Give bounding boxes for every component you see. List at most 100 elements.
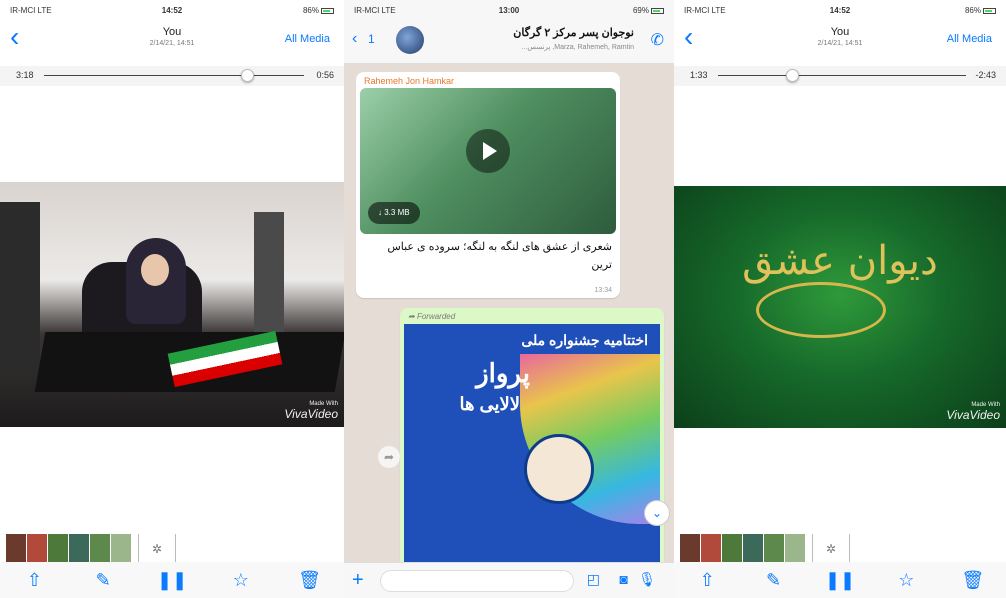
remaining-time: 0:56: [316, 70, 334, 80]
vivavideo-watermark: Made With VivaVideo: [946, 402, 1000, 422]
thumbnail-divider: [175, 534, 176, 564]
thumbnail[interactable]: [722, 534, 742, 564]
status-time: 14:52: [829, 6, 851, 15]
sender-name: Rahemeh Jon Hamkar: [364, 76, 455, 86]
sticker-icon[interactable]: ◰: [587, 571, 600, 588]
star-icon[interactable]: ☆: [891, 570, 921, 591]
thumbnail[interactable]: [69, 534, 89, 564]
edit-icon[interactable]: ✎: [759, 570, 789, 591]
video-scrubber[interactable]: 1:33 -2:43: [674, 66, 1006, 86]
thumbnail[interactable]: [743, 534, 763, 564]
elapsed-time: 3:18: [16, 70, 34, 80]
download-button[interactable]: ↓ 3.3 MB: [368, 202, 420, 224]
all-media-button[interactable]: All Media: [285, 33, 330, 45]
scrubber-knob[interactable]: [240, 69, 254, 82]
incoming-video-message[interactable]: Rahemeh Jon Hamkar ↓ 3.3 MB شعری از عشق …: [356, 72, 620, 298]
group-members[interactable]: ...پرنسس ,Marza, Rahemeh, Ramtin: [430, 43, 634, 51]
video-frame-calligraphy[interactable]: دیوان عشق Made With VivaVideo: [674, 186, 1006, 428]
video-frame-girl-at-desk[interactable]: Made With VivaVideo: [0, 182, 344, 427]
thumbnail[interactable]: [111, 534, 131, 564]
plus-icon[interactable]: +: [352, 569, 364, 592]
trash-icon[interactable]: 🗑: [958, 570, 988, 591]
scrubber-track[interactable]: [44, 75, 304, 76]
thumbnail[interactable]: [680, 534, 700, 564]
elapsed-time: 1:33: [690, 70, 708, 80]
right-phone-screen: IR-MCI LTE 14:52 86% ‹ You 2/14/21, 14:5…: [674, 0, 1006, 598]
gear-icon[interactable]: ✲: [146, 534, 168, 564]
thumbnail-divider: [849, 534, 850, 564]
battery-icon: [321, 7, 334, 14]
message-input[interactable]: [380, 570, 574, 592]
battery-percent: 86%: [964, 6, 981, 15]
calligraphy-text: دیوان عشق: [742, 238, 938, 284]
chat-input-bar: + ◰ ◙ 🎙: [344, 562, 674, 598]
message-time: 13:34: [594, 287, 612, 294]
message-caption: شعری از عشق های لنگه به لنگه؛ سروده ی عب…: [387, 241, 612, 271]
media-navbar: ‹ You 2/14/21, 14:51 All Media: [674, 18, 1006, 62]
unread-count[interactable]: 1: [368, 32, 375, 46]
child-face-graphic: [524, 434, 594, 504]
thumbnail[interactable]: [6, 534, 26, 564]
pause-icon[interactable]: ❚❚: [825, 570, 855, 591]
thumbnail[interactable]: [48, 534, 68, 564]
battery-icon: [983, 7, 996, 14]
thumbnail-divider: [812, 534, 813, 564]
thumbnail-divider: [138, 534, 139, 564]
thumbnail[interactable]: [785, 534, 805, 564]
star-icon[interactable]: ☆: [226, 570, 256, 591]
scroll-down-icon[interactable]: ⌄: [644, 500, 670, 526]
thumbnail[interactable]: [701, 534, 721, 564]
battery-indicator: 69%: [633, 6, 664, 15]
scrubber-track[interactable]: [718, 75, 966, 76]
poster-title: اختتامیه جشنواره ملی: [521, 332, 648, 348]
back-chevron-icon[interactable]: ‹: [352, 30, 357, 48]
vivavideo-watermark: Made With VivaVideo: [284, 401, 338, 421]
window-shade: [0, 202, 40, 372]
play-icon[interactable]: [466, 129, 510, 173]
status-bar: IR-MCI LTE 13:00 69%: [344, 0, 674, 18]
thumbnail[interactable]: [27, 534, 47, 564]
trash-icon[interactable]: 🗑: [295, 570, 325, 591]
poster-subheading: لالایی ها: [459, 394, 520, 414]
media-toolbar: ⇧ ✎ ❚❚ ☆ 🗑: [674, 562, 1006, 598]
thumbnail-strip[interactable]: ✲: [6, 534, 182, 564]
media-navbar: ‹ You 2/14/21, 14:51 All Media: [0, 18, 344, 62]
thumbnail-strip[interactable]: ✲: [680, 534, 856, 564]
share-icon[interactable]: ⇧: [19, 570, 49, 591]
edit-icon[interactable]: ✎: [88, 570, 118, 591]
camera-icon[interactable]: ◙: [620, 571, 628, 587]
battery-percent: 69%: [632, 6, 649, 15]
media-toolbar: ⇧ ✎ ❚❚ ☆ 🗑: [0, 562, 344, 598]
download-size: 3.3 MB: [384, 208, 410, 217]
left-phone-screen: IR-MCI LTE 14:52 86% ‹ You 2/14/21, 14:5…: [0, 0, 344, 598]
group-title[interactable]: نوجوان پسر مرکز ۲ گرگان: [430, 26, 634, 39]
battery-indicator: 86%: [965, 6, 996, 15]
calligraphy-ring: [756, 282, 886, 338]
battery-indicator: 86%: [303, 6, 334, 15]
video-scrubber[interactable]: 3:18 0:56: [0, 66, 344, 86]
status-time: 13:00: [498, 6, 520, 15]
all-media-button[interactable]: All Media: [947, 33, 992, 45]
thumbnail[interactable]: [90, 534, 110, 564]
festival-poster[interactable]: اختتامیه جشنواره ملی پرواز لالایی ها: [404, 324, 660, 568]
group-avatar[interactable]: [396, 26, 424, 54]
battery-icon: [651, 7, 664, 14]
outgoing-forwarded-image[interactable]: ➦ Forwarded اختتامیه جشنواره ملی پرواز ل…: [400, 308, 664, 568]
battery-percent: 86%: [302, 6, 319, 15]
forward-icon[interactable]: ➦: [378, 446, 400, 468]
scrubber-knob[interactable]: [786, 69, 800, 82]
chat-header: ‹ 1 نوجوان پسر مرکز ۲ گرگان ...پرنسس ,Ma…: [344, 18, 674, 64]
forwarded-label: ➦ Forwarded: [408, 312, 456, 321]
poster-heading: پرواز: [476, 358, 530, 388]
gear-icon[interactable]: ✲: [820, 534, 842, 564]
thumbnail[interactable]: [764, 534, 784, 564]
girl-face: [141, 254, 169, 286]
video-thumbnail[interactable]: ↓ 3.3 MB: [360, 88, 616, 234]
middle-phone-screen: IR-MCI LTE 13:00 69% ‹ 1 نوجوان پسر مرکز…: [344, 0, 674, 598]
remaining-time: -2:43: [975, 70, 996, 80]
status-time: 14:52: [161, 6, 183, 15]
share-icon[interactable]: ⇧: [692, 570, 722, 591]
pause-icon[interactable]: ❚❚: [157, 570, 187, 591]
mic-icon[interactable]: 🎙: [638, 571, 656, 588]
phone-plus-icon[interactable]: ✆: [651, 30, 664, 50]
